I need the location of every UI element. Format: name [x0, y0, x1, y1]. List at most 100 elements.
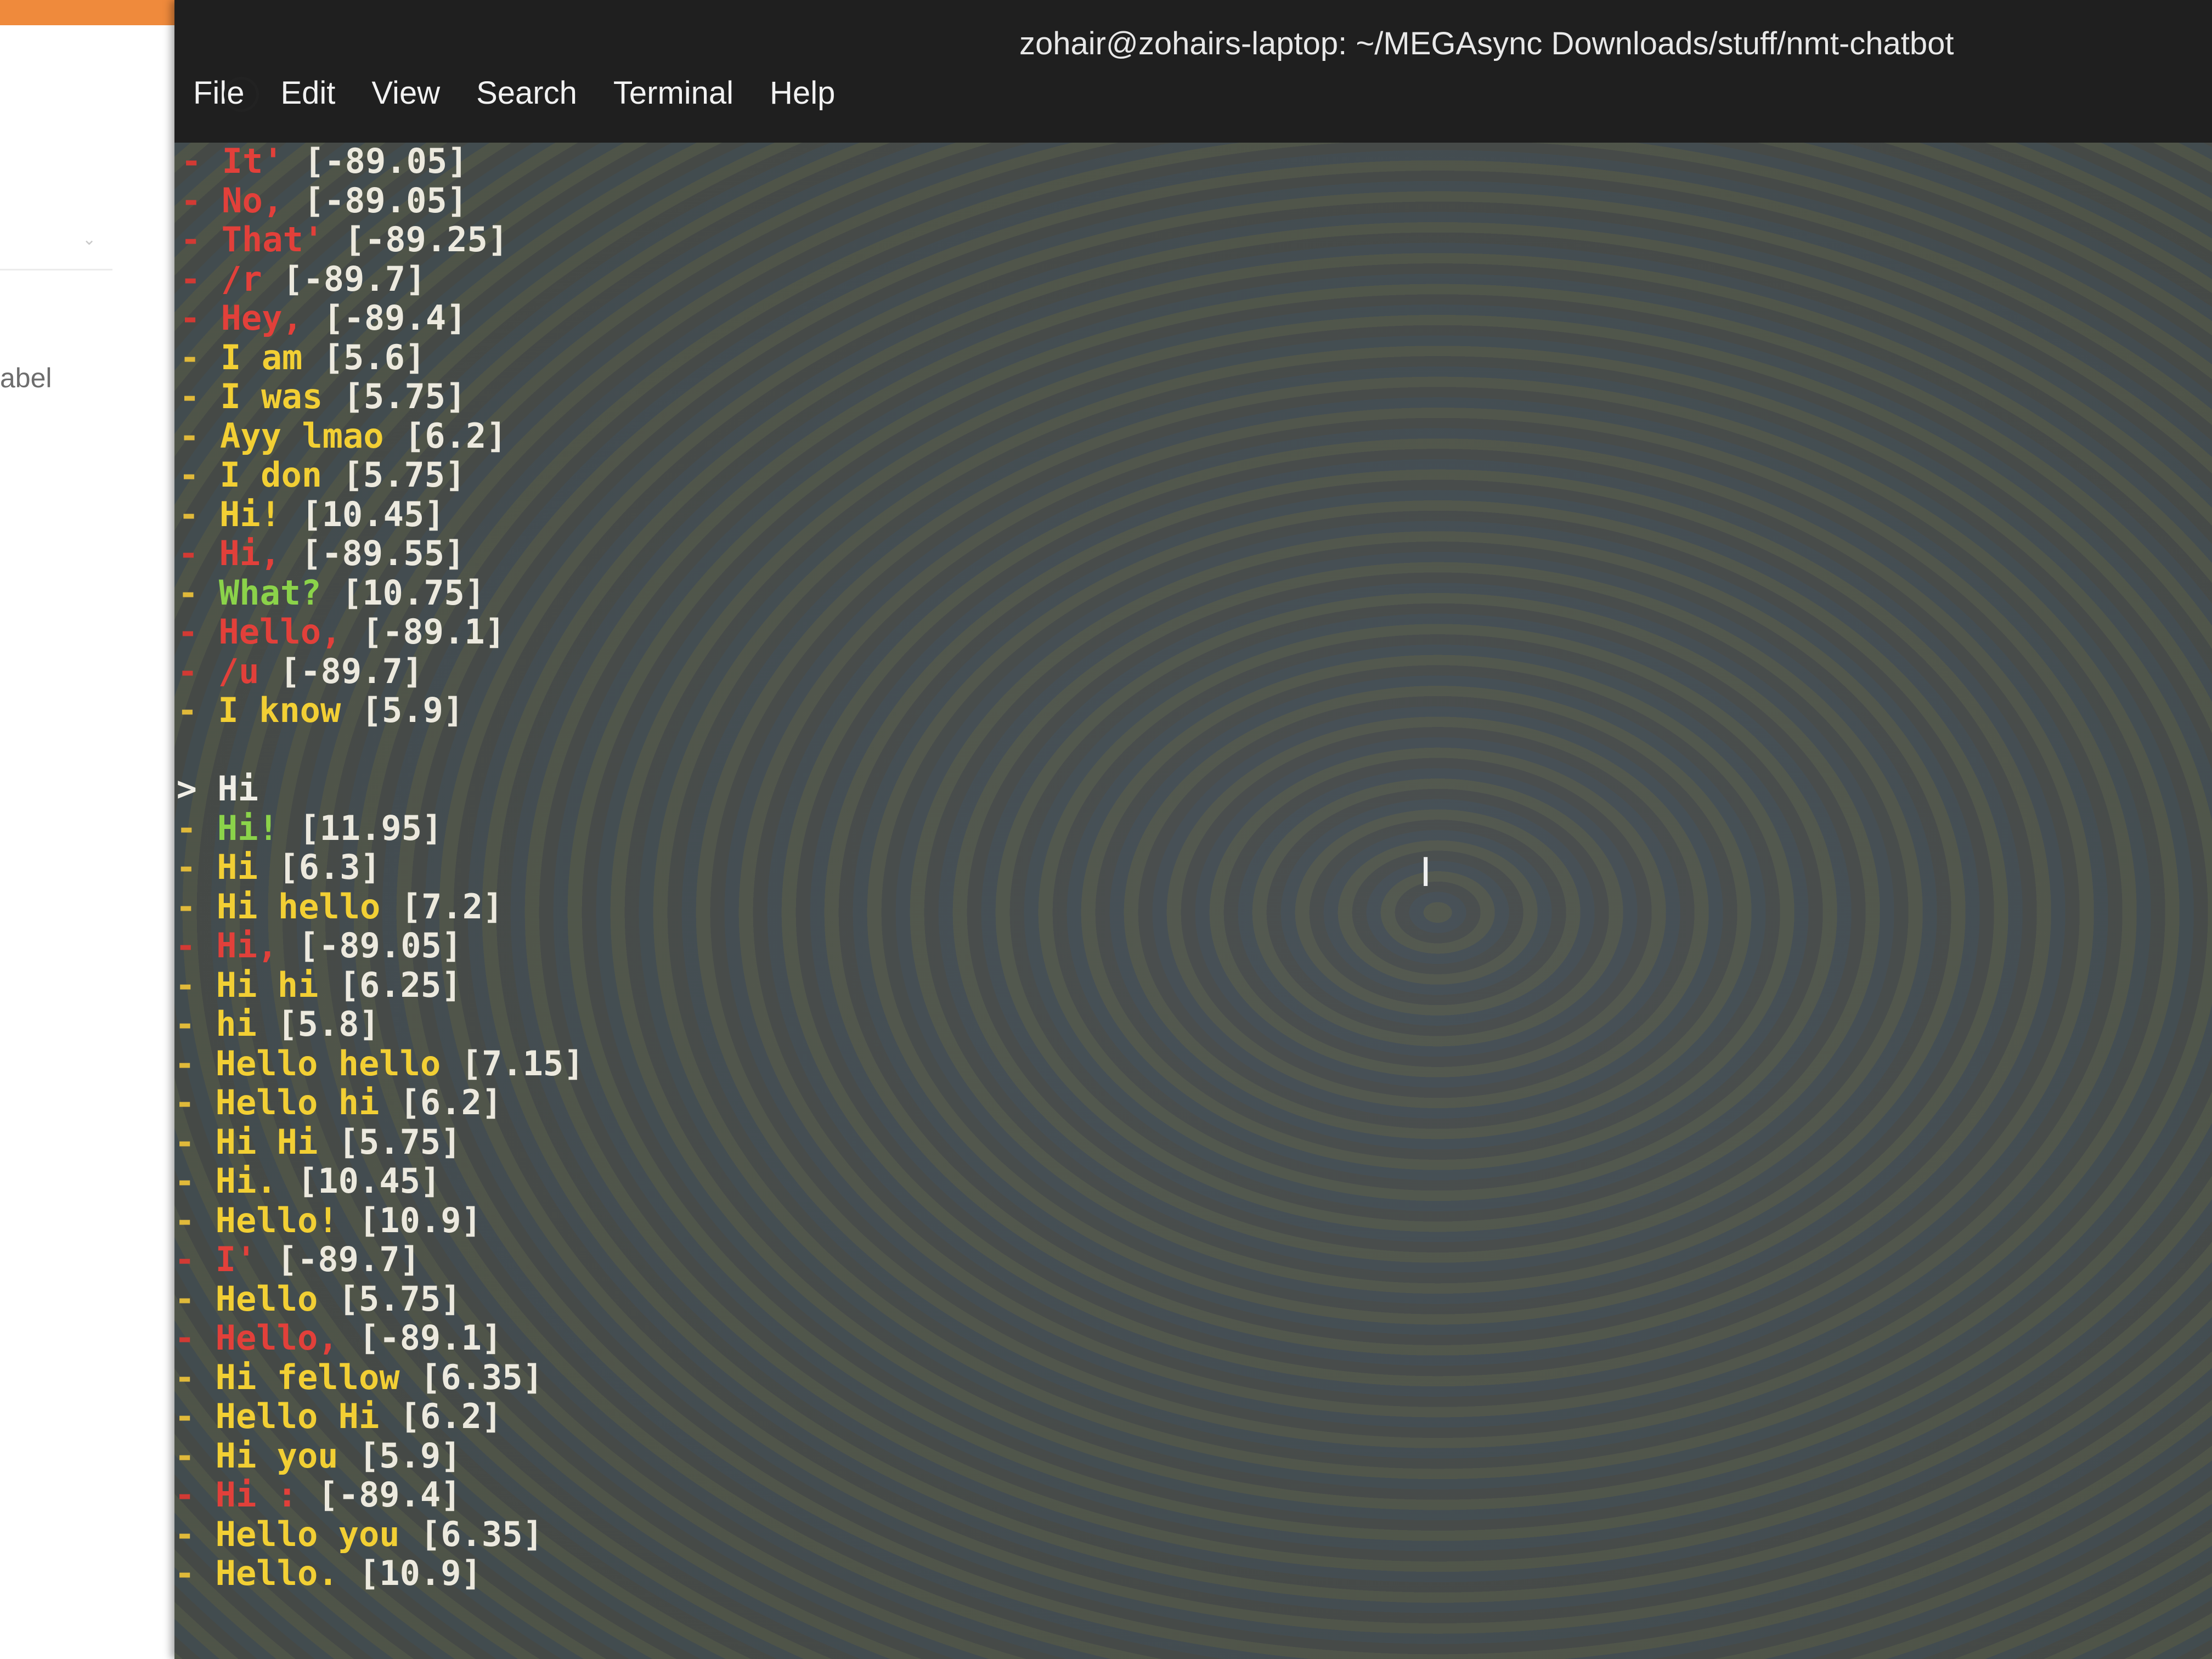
candidate-score: [-89.55] — [301, 533, 465, 573]
line-bullet: - — [179, 376, 221, 416]
terminal-candidate-line: - I was [5.75] — [174, 377, 2212, 416]
candidate-score: [-89.4] — [323, 298, 467, 338]
candidate-text: Hi you — [215, 1435, 338, 1476]
candidate-text: Hello — [215, 1278, 318, 1319]
candidate-score: [5.9] — [358, 1435, 461, 1476]
candidate-text: Hi Hi — [215, 1121, 318, 1162]
candidate-score: [-89.1] — [358, 1318, 503, 1358]
candidate-score: [-89.4] — [318, 1475, 461, 1515]
line-bullet: - — [177, 612, 219, 652]
background-browser-page: ⌄ abel — [0, 0, 181, 1659]
terminal-candidate-line: - Hello Hi [6.2] — [174, 1397, 2212, 1436]
terminal-candidate-line: - Hello [5.75] — [174, 1279, 2212, 1319]
terminal-candidate-line: - Hello hello [7.15] — [174, 1043, 2212, 1084]
candidate-score: [6.3] — [278, 847, 381, 887]
candidate-score: [-89.25] — [344, 219, 509, 259]
menu-edit[interactable]: Edit — [280, 75, 335, 111]
line-bullet: - — [174, 1396, 216, 1436]
menu-view[interactable]: View — [371, 75, 440, 111]
candidate-text: I' — [215, 1239, 257, 1279]
candidate-score: [5.6] — [323, 337, 426, 377]
candidate-text: Hello, — [218, 612, 342, 652]
terminal-candidate-line: - Hello, [-89.1] — [174, 612, 2212, 652]
line-bullet: - — [178, 533, 219, 573]
terminal-candidate-line: - Hi fellow [6.35] — [174, 1357, 2212, 1397]
candidate-text: Hey, — [221, 298, 303, 338]
candidate-score: [-89.1] — [362, 612, 505, 652]
line-bullet: - — [174, 1239, 216, 1279]
menu-bar: File Edit View Search Terminal Help — [193, 75, 835, 111]
candidate-text: Hi! — [217, 808, 279, 848]
candidate-text: What? — [218, 572, 321, 613]
line-bullet: - — [174, 1278, 216, 1319]
candidate-score: [-89.05] — [303, 141, 468, 181]
line-bullet: - — [179, 415, 221, 456]
terminal-candidate-line: - That' [-89.25] — [174, 220, 2212, 259]
candidate-score: [-89.7] — [279, 651, 424, 691]
candidate-score: [5.75] — [343, 376, 466, 416]
menu-terminal[interactable]: Terminal — [613, 75, 733, 111]
candidate-text: Hello! — [215, 1200, 338, 1240]
terminal-output[interactable]: - It' [-89.05] - No, [-89.05] - That' [-89… — [174, 142, 2212, 1659]
candidate-text: Hi fellow — [215, 1357, 400, 1397]
terminal-candidate-line: - Hello you [6.35] — [174, 1514, 2212, 1554]
candidate-score: [6.25] — [338, 964, 462, 1005]
candidate-text: /u — [218, 651, 259, 691]
terminal-candidate-line: - I know [5.9] — [174, 691, 2212, 730]
line-bullet: - — [174, 1082, 216, 1122]
candidate-score: [5.9] — [361, 690, 464, 730]
candidate-text: Hi, — [216, 926, 278, 966]
background-label-fragment: abel — [0, 363, 52, 393]
terminal-window[interactable]: zohair@zohairs-laptop: ~/MEGAsync Downlo… — [174, 0, 2212, 1659]
candidate-score: [10.9] — [358, 1553, 482, 1593]
terminal-candidate-line: - Hi [6.3] — [174, 848, 2212, 887]
candidate-text: I know — [218, 690, 341, 730]
candidate-text: /r — [221, 258, 262, 299]
terminal-candidate-line: - Hi hello [7.2] — [174, 887, 2212, 927]
line-bullet: - — [176, 847, 217, 887]
line-bullet: - — [174, 1043, 216, 1084]
terminal-candidate-line: - Hello. [10.9] — [174, 1554, 2212, 1593]
terminal-candidate-line: - I am [5.6] — [174, 337, 2212, 377]
line-bullet: - — [177, 651, 218, 691]
menu-help[interactable]: Help — [770, 75, 835, 111]
candidate-score: [11.95] — [299, 808, 443, 848]
line-bullet: - — [178, 494, 219, 534]
line-bullet: - — [178, 455, 220, 495]
candidate-text: I am — [221, 337, 303, 377]
candidate-text: I was — [220, 376, 323, 416]
candidate-score: [10.9] — [358, 1200, 482, 1240]
line-bullet: - — [174, 1004, 216, 1044]
candidate-text: Hello hi — [215, 1082, 380, 1122]
candidate-text: Hello. — [215, 1553, 338, 1593]
terminal-candidate-line: - Hello! [10.9] — [174, 1200, 2212, 1240]
terminal-candidate-line: - I don [5.75] — [174, 455, 2212, 495]
terminal-candidate-line: - What? [10.75] — [174, 573, 2212, 613]
terminal-candidate-line: - Ayy lmao [6.2] — [174, 416, 2212, 456]
candidate-score: [6.2] — [399, 1396, 503, 1436]
candidate-score: [-89.7] — [283, 258, 426, 299]
line-bullet: - — [174, 1161, 216, 1201]
terminal-candidate-line: - Hey, [-89.4] — [174, 298, 2212, 338]
line-bullet: - — [174, 1435, 216, 1476]
candidate-score: [-89.7] — [276, 1239, 420, 1279]
candidate-score: [6.2] — [399, 1082, 503, 1122]
terminal-candidate-line: - It' [-89.05] — [174, 142, 2212, 181]
candidate-text: Hi : — [215, 1475, 297, 1515]
line-bullet: - — [179, 337, 221, 377]
terminal-candidate-line: - Hi! [11.95] — [174, 808, 2212, 848]
terminal-candidate-line: - Hello hi [6.2] — [174, 1083, 2212, 1122]
candidate-score: [5.75] — [338, 1278, 461, 1319]
line-bullet: - — [174, 1475, 216, 1515]
candidate-text: Ayy lmao — [220, 415, 384, 456]
terminal-candidate-line: - /r [-89.7] — [174, 259, 2212, 299]
candidate-score: [6.35] — [420, 1357, 543, 1397]
title-bar[interactable]: zohair@zohairs-laptop: ~/MEGAsync Downlo… — [174, 0, 2212, 143]
line-bullet: - — [176, 808, 217, 848]
chevron-down-icon[interactable]: ⌄ — [82, 232, 97, 248]
candidate-score: [5.75] — [342, 455, 466, 495]
menu-search[interactable]: Search — [476, 75, 577, 111]
terminal-candidate-line: - Hi hi [6.25] — [174, 964, 2212, 1005]
candidate-text: Hello Hi — [215, 1396, 380, 1436]
candidate-text: Hi — [217, 847, 258, 887]
